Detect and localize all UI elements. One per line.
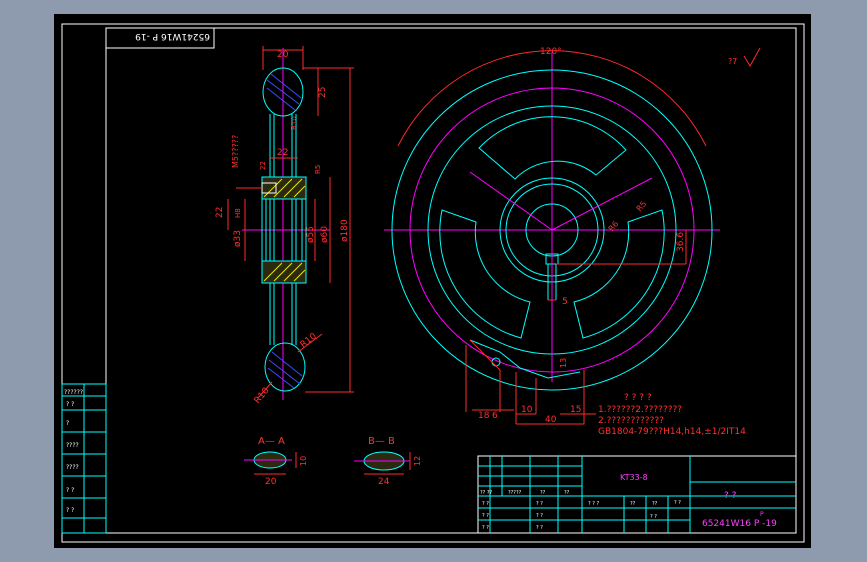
drawing-number-sup: P (760, 511, 764, 518)
roughness-note: ?7 (728, 57, 737, 66)
dim-36-6: 36.6 (676, 232, 686, 252)
dim-left: 22 (215, 207, 225, 218)
revision-row-1: ?????? (64, 389, 83, 396)
side-r-label-1: R10 (290, 116, 298, 130)
revision-row-4: ???? (66, 442, 79, 449)
scale-cell-3: ?? (652, 501, 658, 507)
row-1-right: ? ? (536, 501, 543, 507)
technical-drawing: 65241W16 P -19 ?7 20 25 ø180 22 22 ø33 H… (61, 23, 805, 543)
dim-40: 40 (545, 415, 557, 425)
header-cell-5: ? ? (674, 500, 681, 506)
side-fit-top: 22 (259, 161, 267, 170)
dim-15: 15 (570, 405, 581, 415)
window-right (573, 209, 665, 339)
revision-row-5: ???? (66, 464, 79, 471)
part-title: ? ? (724, 491, 737, 501)
dim-r5: R5 (635, 199, 649, 213)
section-b: B— B 24 12 (354, 436, 422, 487)
row-3-left: ? ? (482, 525, 489, 531)
notes-line-3: GB1804-79???H14,h14,±1/2IT14 (598, 427, 746, 437)
revision-row-7: ? ? (66, 507, 74, 514)
scale-cell-4: ? ? (650, 514, 657, 520)
header-cell-1: ?? ?? (480, 490, 493, 496)
header-cell-4: ?? (564, 490, 570, 496)
row-2-right: ? ? (536, 513, 543, 519)
dim-hub-width: 22 (277, 148, 288, 158)
window-left (439, 209, 531, 339)
notes-line-1: 1.??????2.???????? (598, 405, 682, 415)
revision-row-3: ? (66, 420, 69, 427)
dim-r6: R6 (607, 219, 621, 233)
outer-border (61, 23, 805, 543)
roughness-symbol (743, 47, 761, 67)
section-b-height: 12 (413, 456, 422, 466)
angle-label: 120° (540, 47, 562, 57)
dim-13: 13 (559, 358, 568, 368)
radius-r10-bottom: R10 (253, 386, 272, 406)
cad-viewer: 65241W16 P -19 ?7 20 25 ø180 22 22 ø33 H… (0, 0, 867, 562)
scale-cell-2: ?? (630, 501, 636, 507)
dim-18: 18 (478, 411, 490, 421)
dia-55: ø55 (306, 226, 316, 243)
section-b-width: 24 (378, 477, 390, 487)
revision-block: ?????? ? ? ? ???? ???? ? ? ? ? (61, 383, 107, 534)
section-a-title: A— A (258, 436, 285, 447)
dia-bore: ø33 (233, 230, 243, 247)
dim-top-width: 20 (277, 50, 289, 60)
side-r-label-2: R5 (314, 165, 322, 174)
section-a: A— A 20 10 (244, 436, 308, 487)
dim-dia-180: ø180 (340, 219, 350, 242)
section-a-width: 20 (265, 477, 277, 487)
row-2-left: ? ? (482, 513, 489, 519)
row-1-left: ? ? (482, 501, 489, 507)
notes-block: ? ? ? ? 1.??????2.???????? 2.???????????… (598, 393, 746, 437)
fit-code: H8 (234, 208, 242, 218)
section-a-height: 10 (299, 456, 308, 466)
side-note-m: M5????? (231, 135, 240, 168)
rotated-drawing-code: 65241W16 P -19 (135, 31, 210, 41)
notes-heading: ? ? ? ? (624, 393, 652, 403)
drawing-number: 65241W16 P -19 (702, 519, 777, 529)
dia-60: ø60 (320, 226, 330, 243)
header-cell-3: ?? (540, 490, 546, 496)
row-3-right: ? ? (536, 525, 543, 531)
title-block: KT33-8 ? ? 65241W16 P -19 P ?? ?? ???? ? … (477, 455, 797, 534)
notes-line-2: 2.???????????? (598, 416, 664, 426)
revision-row-2: ? ? (66, 401, 74, 408)
dim-rim-height: 25 (318, 87, 328, 98)
dim-6: 6 (492, 411, 498, 421)
dim-10: 10 (521, 405, 533, 415)
dim-5: 5 (562, 297, 568, 307)
section-b-title: B— B (368, 436, 395, 447)
header-cell-2: ????? (508, 490, 522, 496)
radius-r10-top: R10 (299, 331, 319, 350)
scale-cell-1: ? ? ? (588, 501, 599, 507)
front-view: 120° 36.6 R5 R6 5 18 6 10 40 15 13 (384, 47, 720, 425)
material-label: KT33-8 (620, 473, 648, 482)
revision-row-6: ? ? (66, 487, 74, 494)
side-view: 20 25 ø180 22 22 ø33 H8 ø55 ø60 M5????? … (215, 46, 354, 406)
